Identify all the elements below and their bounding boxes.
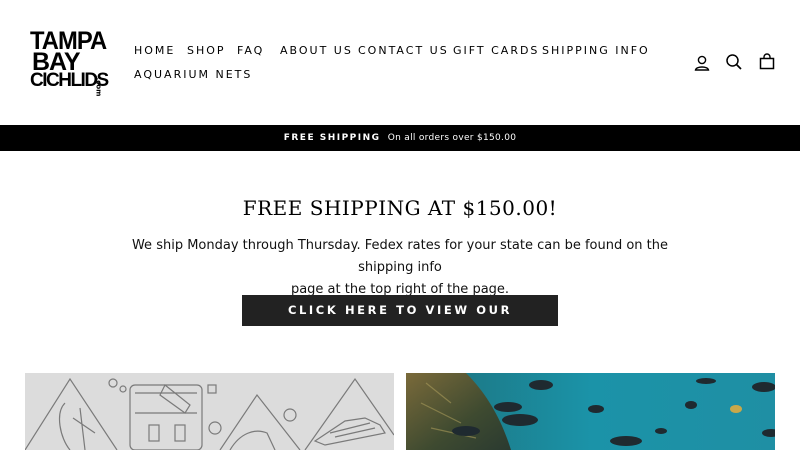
site-header: TAMPA BAY CICHLIDS .com HOME SHOP FAQ AB… xyxy=(0,0,800,125)
nav-item-gift-cards[interactable]: GIFT CARDS xyxy=(453,44,539,57)
search-icon[interactable] xyxy=(725,53,743,71)
logo-suffix: .com xyxy=(94,77,103,97)
user-icon-svg xyxy=(694,55,710,71)
bags-illustration xyxy=(25,377,394,450)
aquarium-photo-card[interactable] xyxy=(406,373,775,450)
cart-icon[interactable] xyxy=(758,53,776,71)
site-logo[interactable]: TAMPA BAY CICHLIDS .com xyxy=(30,29,110,97)
logo-text-line1: TAMPA xyxy=(30,27,107,55)
announcement-text: On all orders over $150.00 xyxy=(387,133,517,143)
nav-item-shipping-info[interactable]: SHIPPING INFO xyxy=(542,44,650,57)
page-title: FREE SHIPPING AT $150.00! xyxy=(242,196,558,220)
cart-icon-svg xyxy=(759,53,775,70)
search-icon-svg xyxy=(726,54,742,70)
announcement-bar: FREE SHIPPING On all orders over $150.00 xyxy=(0,125,800,151)
nav-item-contact-us[interactable]: CONTACT US xyxy=(358,44,449,57)
announcement-bold: FREE SHIPPING xyxy=(283,133,381,143)
nav-item-home[interactable]: HOME xyxy=(134,44,175,57)
nav-item-shop[interactable]: SHOP xyxy=(187,44,226,57)
nav-item-about-us[interactable]: ABOUT US xyxy=(280,44,353,57)
nav-item-faq[interactable]: FAQ xyxy=(237,44,264,57)
nav-item-aquarium-nets[interactable]: AQUARIUM NETS xyxy=(134,68,252,81)
view-selection-button[interactable]: CLICK HERE TO VIEW OUR SELECTION. xyxy=(242,295,558,348)
aquarium-photo xyxy=(406,373,775,450)
hero-description: We ship Monday through Thursday. Fedex r… xyxy=(110,235,690,301)
hero-description-line1: We ship Monday through Thursday. Fedex r… xyxy=(131,238,669,275)
user-icon[interactable] xyxy=(693,54,711,72)
bags-illustration-card[interactable] xyxy=(25,373,394,450)
